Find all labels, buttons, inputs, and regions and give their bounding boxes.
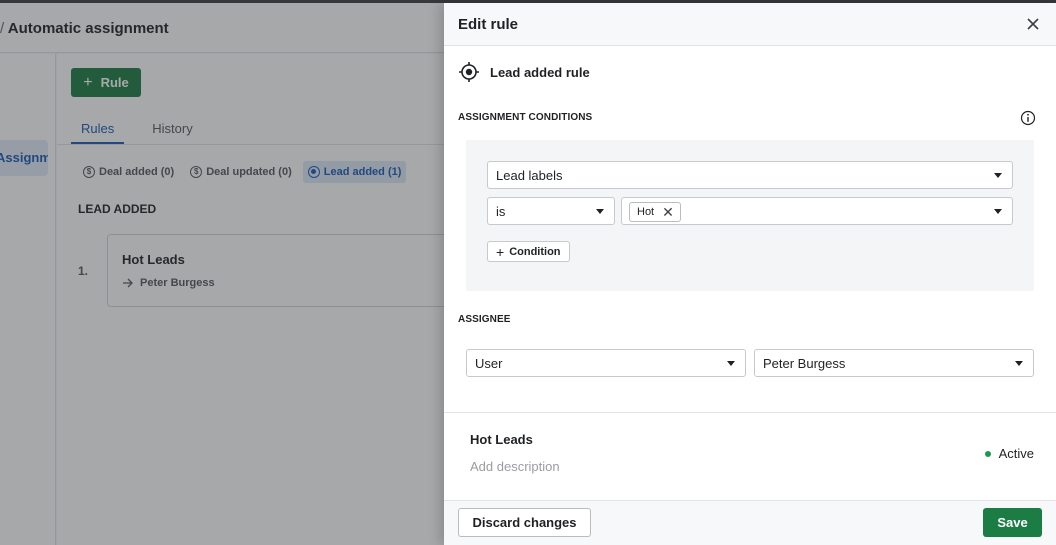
assignee-type-select[interactable]: User	[466, 349, 746, 377]
condition-value-select[interactable]: Hot ✕	[621, 197, 1013, 225]
assignee-user-value: Peter Burgess	[763, 355, 846, 371]
condition-operator-select[interactable]: is	[487, 197, 615, 225]
rule-status[interactable]: Active	[984, 446, 1034, 461]
caret-down-icon	[994, 173, 1002, 178]
conditions-box: Lead labels is Hot ✕ + Condition	[466, 140, 1034, 291]
plus-icon: +	[496, 243, 505, 260]
save-button[interactable]: Save	[983, 508, 1042, 537]
chip-label: Hot	[637, 206, 655, 218]
conditions-label: ASSIGNMENT CONDITIONS	[458, 112, 593, 123]
rule-description-input[interactable]: Add description	[470, 459, 560, 474]
panel-header: Edit rule	[444, 3, 1056, 46]
caret-down-icon	[1015, 361, 1023, 366]
rule-type: Lead added rule	[458, 61, 590, 83]
add-condition-label: Condition	[509, 245, 561, 258]
add-condition-button[interactable]: + Condition	[487, 241, 570, 262]
assignee-user-select[interactable]: Peter Burgess	[754, 349, 1034, 377]
condition-field-select[interactable]: Lead labels	[487, 161, 1013, 189]
info-icon[interactable]	[1020, 110, 1036, 126]
caret-down-icon	[596, 209, 604, 214]
caret-down-icon	[727, 361, 735, 366]
condition-operator-value: is	[496, 203, 506, 219]
panel-title: Edit rule	[458, 16, 519, 33]
status-dot	[984, 450, 991, 457]
close-button[interactable]	[1022, 13, 1044, 35]
discard-changes-button[interactable]: Discard changes	[458, 508, 591, 537]
edit-rule-panel: Edit rule Lead added rule ASSIGNMENT CON…	[444, 3, 1056, 545]
rule-name[interactable]: Hot Leads	[470, 432, 533, 447]
caret-down-icon	[994, 209, 1002, 214]
value-chip-hot: Hot ✕	[629, 202, 681, 222]
rule-type-label: Lead added rule	[490, 64, 590, 80]
close-icon	[1027, 18, 1039, 30]
status-label: Active	[998, 446, 1034, 461]
assignee-type-value: User	[475, 355, 503, 371]
assignee-label: ASSIGNEE	[458, 314, 511, 325]
remove-chip-icon[interactable]: ✕	[662, 205, 674, 219]
panel-divider	[444, 412, 1056, 413]
target-icon	[459, 62, 479, 82]
panel-footer: Discard changes Save	[444, 500, 1056, 545]
condition-field-value: Lead labels	[496, 167, 563, 183]
